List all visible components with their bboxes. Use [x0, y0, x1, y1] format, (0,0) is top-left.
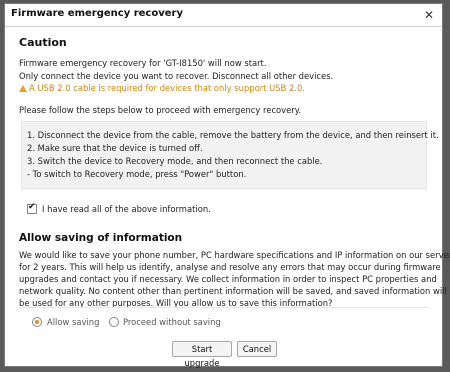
- disconnect-text: Only connect the device you want to reco…: [19, 71, 334, 81]
- acknowledge-checkbox[interactable]: ✔: [27, 202, 37, 214]
- start-upgrade-button[interactable]: Start upgrade: [172, 341, 232, 368]
- allow-saving-radio[interactable]: [32, 317, 42, 327]
- recovery-dialog: Firmware emergency recovery ✕ Caution Fi…: [4, 3, 450, 368]
- step-2: 2. Make sure that the device is turned o…: [27, 143, 203, 153]
- steps-box: 1. Disconnect the device from the cable,…: [21, 121, 439, 189]
- warning-icon: [19, 85, 27, 92]
- cancel-button[interactable]: Cancel: [237, 341, 277, 357]
- usb-warning-text: A USB 2.0 cable is required for devices …: [29, 83, 305, 93]
- acknowledge-label[interactable]: I have read all of the above information…: [42, 204, 211, 214]
- step-3: 3. Switch the device to Recovery mode, a…: [27, 156, 323, 166]
- proceed-without-saving-label[interactable]: Proceed without saving: [123, 317, 221, 327]
- title-bar: Firmware emergency recovery ✕: [5, 4, 442, 27]
- divider: [19, 307, 428, 308]
- saving-paragraph-line: We would like to save your phone number,…: [19, 250, 450, 260]
- check-icon: ✔: [28, 202, 36, 212]
- saving-paragraph-line: for 2 years. This will help us identify,…: [19, 262, 441, 272]
- proceed-without-saving-radio[interactable]: [109, 317, 119, 327]
- allow-saving-label[interactable]: Allow saving: [47, 317, 99, 327]
- instruction-text: Please follow the steps below to proceed…: [19, 105, 302, 115]
- step-note: - To switch to Recovery mode, press "Pow…: [27, 169, 247, 179]
- saving-paragraph-line: network quality. No content other than p…: [19, 286, 450, 296]
- saving-paragraph-line: upgrades and contact you if necessary. W…: [19, 274, 437, 284]
- step-1: 1. Disconnect the device from the cable,…: [27, 130, 439, 140]
- recovery-start-text: Firmware emergency recovery for 'GT-I815…: [19, 58, 267, 68]
- saving-heading: Allow saving of information: [19, 232, 183, 244]
- usb-warning: A USB 2.0 cable is required for devices …: [19, 83, 305, 93]
- window-title: Firmware emergency recovery: [11, 8, 183, 19]
- caution-heading: Caution: [19, 36, 67, 49]
- close-icon[interactable]: ✕: [422, 8, 436, 22]
